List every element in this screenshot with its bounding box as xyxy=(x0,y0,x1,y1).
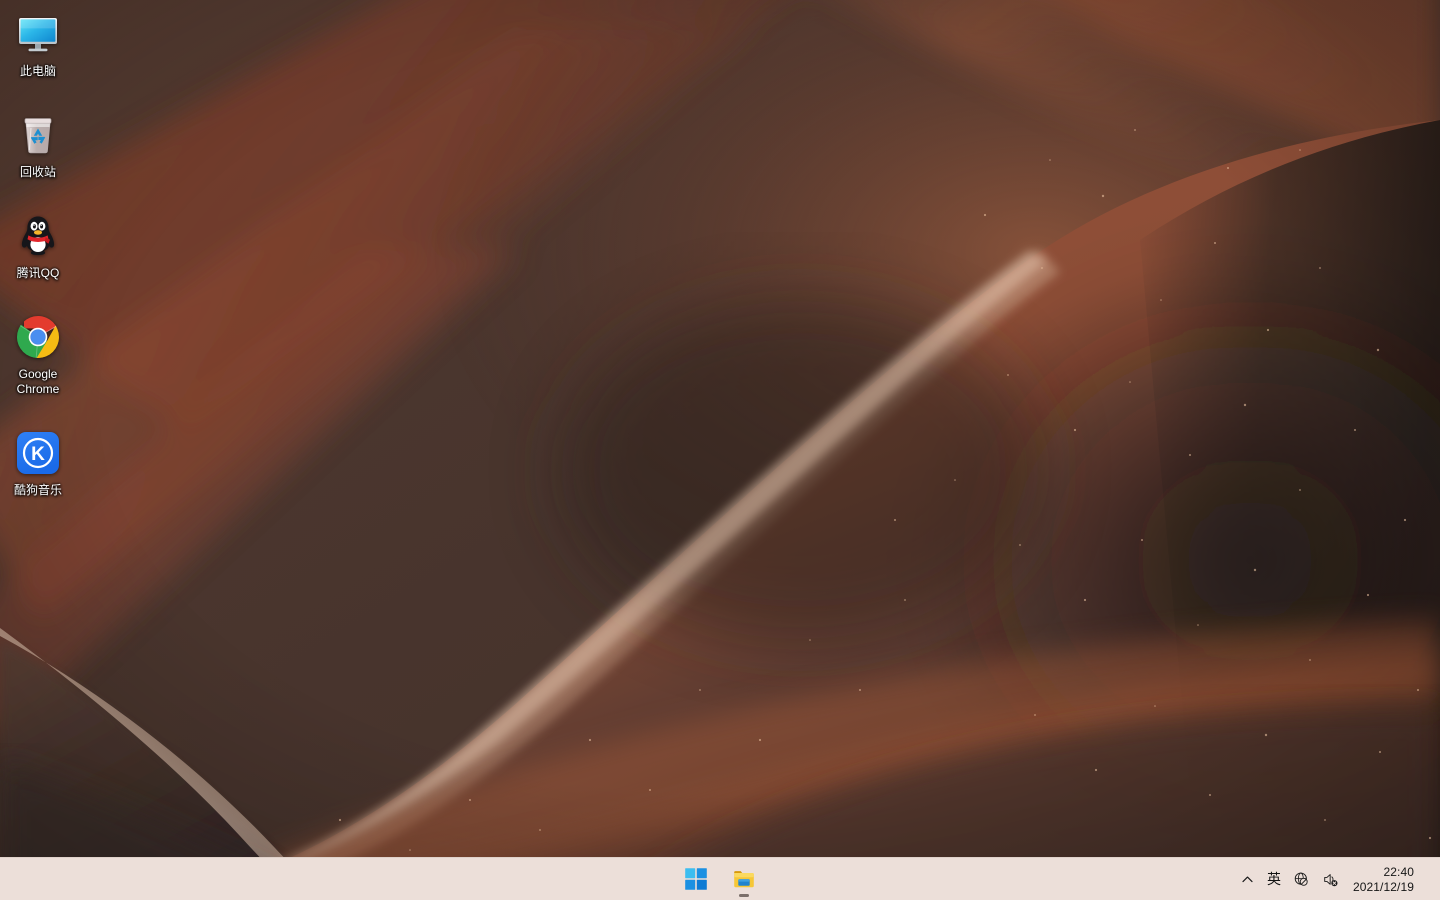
desktop-icon-this-pc[interactable]: 此电脑 xyxy=(0,6,76,81)
taskbar-clock[interactable]: 22:40 2021/12/19 xyxy=(1345,861,1424,899)
tray-ime-indicator[interactable]: 英 xyxy=(1261,861,1287,899)
kugou-music-icon: K xyxy=(14,429,62,477)
ime-label: 英 xyxy=(1266,871,1281,888)
desktop-wallpaper xyxy=(0,0,1440,900)
chevron-up-icon xyxy=(1242,876,1253,883)
show-desktop-button[interactable] xyxy=(1426,858,1432,900)
desktop-root[interactable]: 此电脑 回收站 腾讯QQ Google Chrome K 酷狗音乐 英 22:4… xyxy=(0,0,1440,900)
desktop-icon-label: 回收站 xyxy=(19,165,56,179)
chrome-icon xyxy=(14,313,62,361)
system-tray: 英 22:40 2021/12/19 xyxy=(1234,858,1440,900)
folder-icon xyxy=(732,867,756,891)
desktop-icon-kugou-music[interactable]: K 酷狗音乐 xyxy=(0,425,76,500)
clock-time: 22:40 xyxy=(1383,864,1414,879)
running-indicator xyxy=(739,894,749,897)
computer-monitor-icon xyxy=(14,10,62,58)
taskbar-item-file-explorer[interactable] xyxy=(724,860,764,898)
svg-text:K: K xyxy=(31,444,45,465)
clock-date: 2021/12/19 xyxy=(1352,879,1414,894)
start-button[interactable] xyxy=(676,860,716,898)
desktop-icon-tencent-qq[interactable]: 腾讯QQ xyxy=(0,208,76,283)
tray-overflow-button[interactable] xyxy=(1234,861,1261,899)
desktop-icon-google-chrome[interactable]: Google Chrome xyxy=(0,309,76,399)
qq-penguin-icon xyxy=(14,212,62,260)
windows-logo-icon xyxy=(684,867,708,891)
desktop-icon-grid: 此电脑 回收站 腾讯QQ Google Chrome K 酷狗音乐 xyxy=(0,6,90,526)
desktop-icon-label: Google Chrome xyxy=(16,367,60,396)
taskbar[interactable]: 英 22:40 2021/12/19 xyxy=(0,857,1440,900)
desktop-icon-label: 此电脑 xyxy=(19,64,56,78)
recycle-bin-icon xyxy=(14,111,62,159)
desktop-icon-label: 腾讯QQ xyxy=(16,266,60,280)
globe-disconnected-icon xyxy=(1294,872,1308,886)
desktop-icon-recycle-bin[interactable]: 回收站 xyxy=(0,107,76,182)
tray-network-button[interactable] xyxy=(1287,861,1316,899)
speaker-muted-icon xyxy=(1324,874,1338,887)
taskbar-pinned-apps xyxy=(676,858,764,900)
desktop-icon-label: 酷狗音乐 xyxy=(13,483,62,497)
tray-volume-button[interactable] xyxy=(1316,861,1345,899)
